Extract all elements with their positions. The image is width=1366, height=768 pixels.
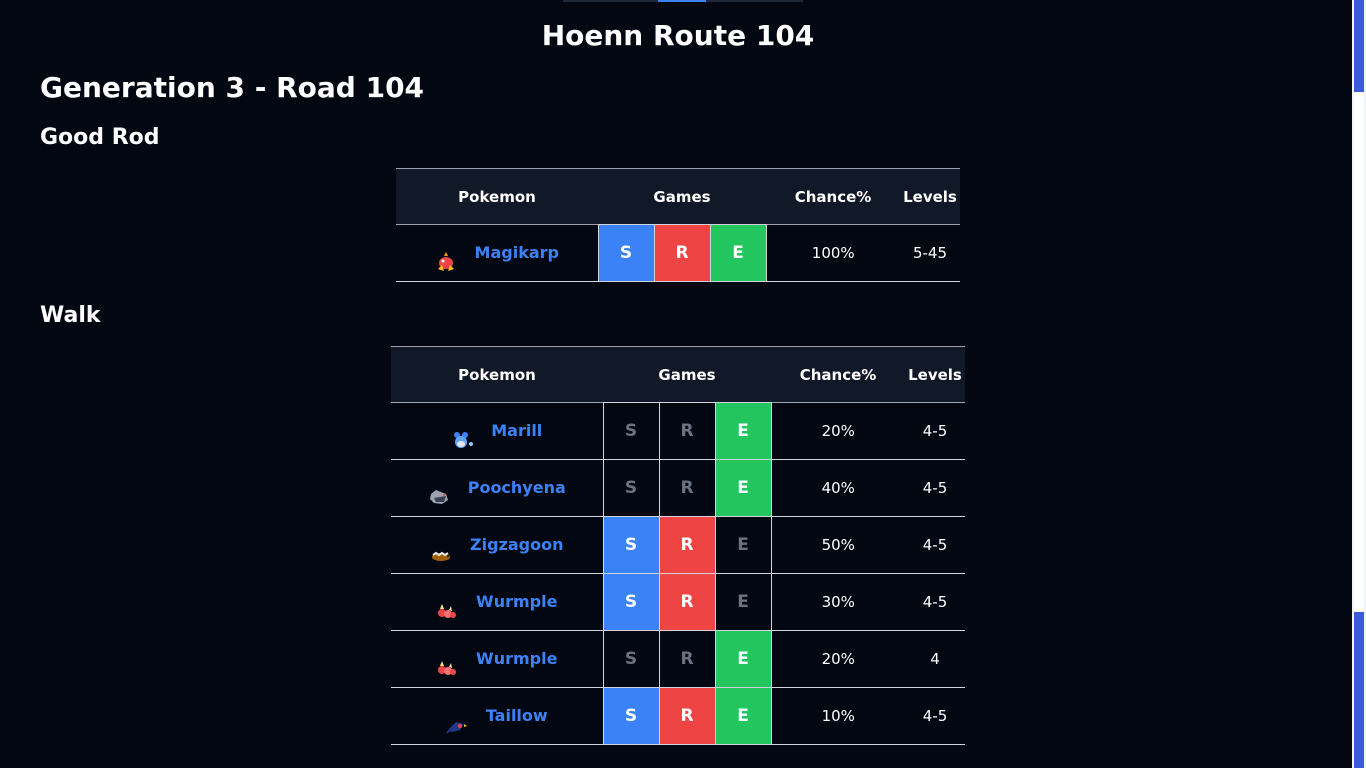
zigzagoon-sprite-icon (430, 543, 452, 565)
game-badge-e: E (709, 224, 767, 282)
table-row: Magikarp S R E 100% 5-45 (396, 224, 960, 282)
game-badge-r: R (658, 402, 716, 460)
table-row: Zigzagoon S R E 50% 4-5 (391, 516, 965, 574)
taillow-sprite-icon (445, 714, 468, 736)
pokemon-cell-content: Magikarp (396, 225, 598, 281)
top-nav-strip (563, 0, 803, 2)
column-header-pokemon: Pokemon (458, 365, 536, 384)
pokemon-cell: Marill (391, 403, 603, 460)
game-badge-e: E (714, 573, 772, 631)
vertical-scrollbar[interactable] (1352, 0, 1366, 768)
chance-cell: 30% (821, 593, 855, 611)
top-nav-active-indicator (658, 0, 706, 2)
levels-cell: 4-5 (922, 707, 948, 725)
pokemon-link[interactable]: Taillow (486, 706, 548, 725)
game-badge-e: E (714, 687, 772, 745)
pokemon-link[interactable]: Marill (491, 421, 542, 440)
pokemon-cell: Zigzagoon (391, 517, 603, 574)
game-badge-e: E (714, 459, 772, 517)
pokemon-cell: Taillow (391, 688, 603, 745)
column-header-games: Games (658, 365, 716, 384)
game-badge-r: R (653, 224, 711, 282)
chance-cell: 10% (821, 707, 855, 725)
pokemon-cell: Wurmple (391, 631, 603, 688)
chance-cell: 50% (821, 536, 855, 554)
wurmple-sprite-icon (436, 657, 458, 679)
pokemon-link[interactable]: Magikarp (475, 243, 559, 262)
levels-cell: 4-5 (922, 593, 948, 611)
game-badge-r: R (658, 573, 716, 631)
scrollbar-track-lower[interactable] (1354, 612, 1364, 768)
pokemon-link[interactable]: Wurmple (476, 592, 557, 611)
game-badge-s: S (602, 573, 660, 631)
column-header-levels: Levels (908, 365, 962, 384)
game-badge-s: S (602, 630, 660, 688)
wurmple-sprite-icon (436, 600, 458, 622)
game-badge-s: S (602, 516, 660, 574)
pokemon-link[interactable]: Wurmple (476, 649, 557, 668)
game-badge-r: R (658, 459, 716, 517)
chance-cell: 100% (811, 244, 855, 262)
table-row: Wurmple S R E 20% 4 (391, 630, 965, 688)
column-header-games: Games (653, 187, 711, 206)
scrollbar-track-upper[interactable] (1354, 0, 1364, 92)
levels-cell: 4 (930, 650, 940, 668)
table-row: Wurmple S R E 30% 4-5 (391, 573, 965, 631)
encounter-table-walk: Pokemon Games Chance% Levels Marill S R E 20… (391, 346, 965, 745)
game-badge-e: E (714, 516, 772, 574)
pokemon-cell: Magikarp (396, 225, 598, 282)
column-header-chance: Chance% (794, 187, 872, 206)
levels-cell: 5-45 (912, 244, 948, 262)
game-badge-s: S (602, 402, 660, 460)
pokemon-cell: Poochyena (391, 460, 603, 517)
game-badge-r: R (658, 516, 716, 574)
levels-cell: 4-5 (922, 536, 948, 554)
pokemon-cell-content: Wurmple (391, 631, 603, 687)
table-row: Taillow S R E 10% 4-5 (391, 687, 965, 745)
pokemon-cell-content: Marill (391, 403, 603, 459)
chance-cell: 20% (821, 422, 855, 440)
game-badge-s: S (602, 459, 660, 517)
levels-cell: 4-5 (922, 422, 948, 440)
scrollbar-thumb[interactable] (1354, 92, 1364, 612)
game-badge-e: E (714, 402, 772, 460)
page-title: Hoenn Route 104 (541, 19, 815, 52)
marill-sprite-icon (451, 429, 474, 451)
game-badge-e: E (714, 630, 772, 688)
table-body: Marill S R E 20% 4-5 Poochyena S R E 40% 4-5 Zigzago… (391, 402, 965, 745)
pokemon-cell-content: Zigzagoon (391, 517, 603, 573)
table-row: Marill S R E 20% 4-5 (391, 402, 965, 460)
game-badge-s: S (602, 687, 660, 745)
pokemon-cell-content: Poochyena (391, 460, 603, 516)
column-header-chance: Chance% (799, 365, 877, 384)
poochyena-sprite-icon (428, 486, 450, 508)
section-heading-good-rod: Good Rod (40, 125, 160, 150)
pokemon-cell: Wurmple (391, 574, 603, 631)
table-body: Magikarp S R E 100% 5-45 (396, 224, 960, 282)
pokemon-link[interactable]: Poochyena (468, 478, 566, 497)
game-badge-s: S (597, 224, 655, 282)
page: Hoenn Route 104 Generation 3 - Road 104 … (0, 0, 1352, 768)
column-header-pokemon: Pokemon (458, 187, 536, 206)
game-badge-r: R (658, 687, 716, 745)
magikarp-sprite-icon (435, 251, 457, 273)
pokemon-link[interactable]: Zigzagoon (470, 535, 563, 554)
game-badge-r: R (658, 630, 716, 688)
chance-cell: 20% (821, 650, 855, 668)
section-heading-walk: Walk (40, 303, 101, 328)
levels-cell: 4-5 (922, 479, 948, 497)
table-header-row: Pokemon Games Chance% Levels (391, 346, 965, 403)
column-header-levels: Levels (903, 187, 957, 206)
generation-heading: Generation 3 - Road 104 (40, 71, 425, 104)
pokemon-cell-content: Taillow (391, 688, 603, 744)
table-header-row: Pokemon Games Chance% Levels (396, 168, 960, 225)
chance-cell: 40% (821, 479, 855, 497)
encounter-table-good-rod: Pokemon Games Chance% Levels Magikarp S R E… (396, 168, 960, 282)
table-row: Poochyena S R E 40% 4-5 (391, 459, 965, 517)
pokemon-cell-content: Wurmple (391, 574, 603, 630)
